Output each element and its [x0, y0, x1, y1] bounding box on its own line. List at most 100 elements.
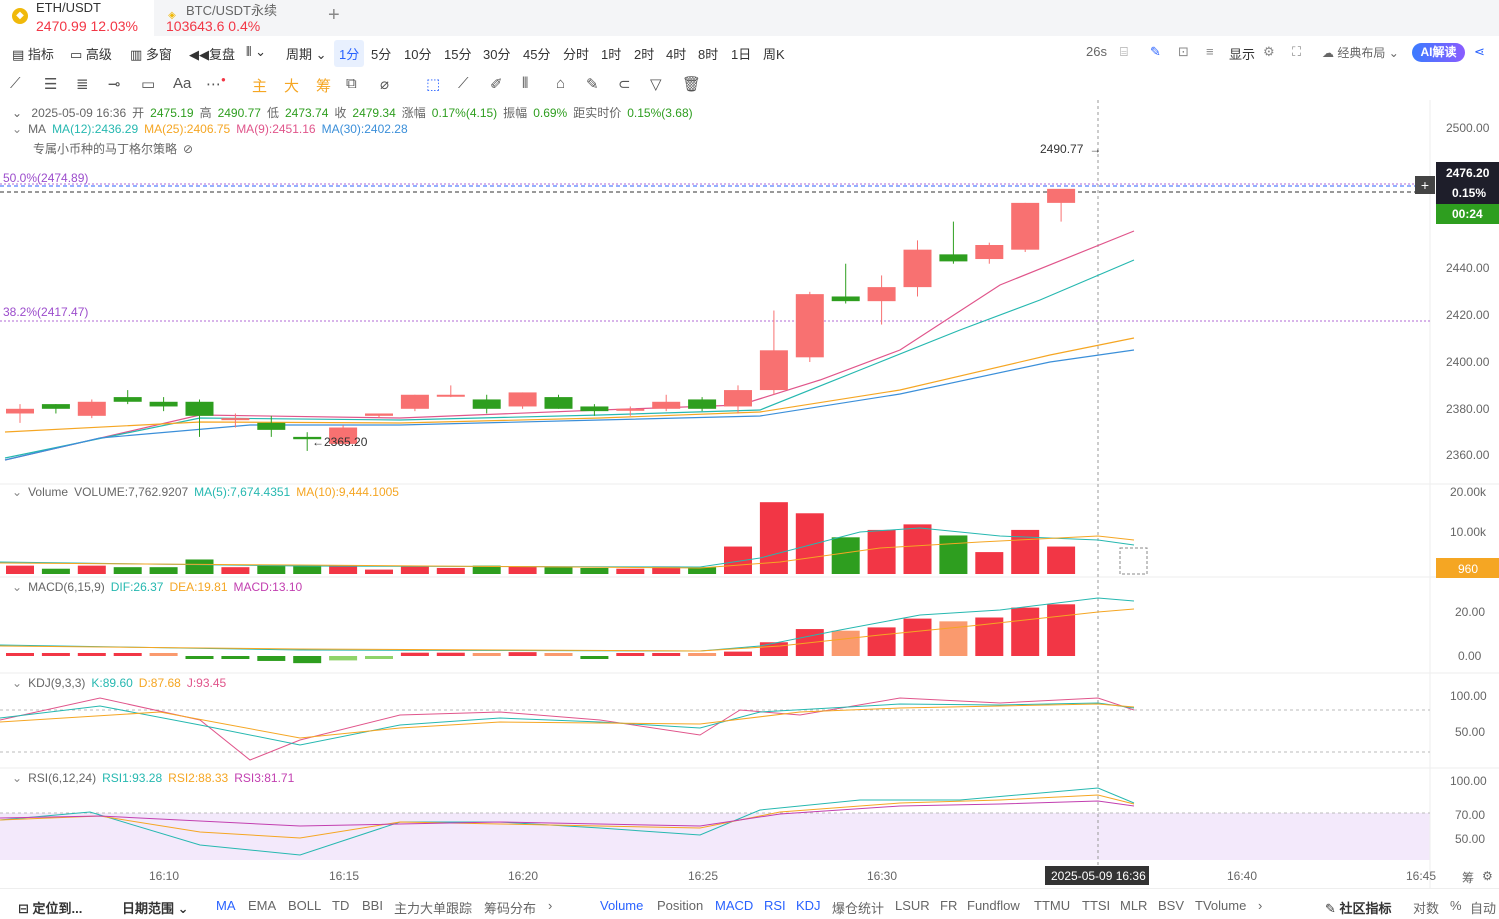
display-button[interactable]: 显示 — [1229, 44, 1255, 63]
auto-scale-toggle[interactable]: 自动 — [1470, 898, 1496, 917]
period-15m[interactable]: 15分 — [444, 44, 471, 63]
period-10m[interactable]: 10分 — [404, 44, 431, 63]
ind-kdj[interactable]: KDJ — [796, 898, 821, 913]
multi-window-button[interactable]: ▥ 多窗 — [130, 44, 172, 63]
ind-main-order[interactable]: 主力大单跟踪 — [394, 898, 472, 917]
period-dropdown[interactable]: 周期 ⌄ — [286, 44, 327, 63]
period-4h[interactable]: 4时 — [666, 44, 686, 63]
layout-button[interactable]: ☁ 经典布局 ⌄ — [1322, 44, 1399, 61]
ind-rsi[interactable]: RSI — [764, 898, 786, 913]
ind-mlr[interactable]: MLR — [1120, 898, 1147, 913]
ind-liquidation[interactable]: 爆仓统计 — [832, 898, 884, 917]
eye-off-icon[interactable]: ⊘ — [183, 142, 193, 156]
more-tools-icon[interactable]: ⋯● — [206, 75, 226, 93]
expand-icon[interactable]: ⌄ — [12, 485, 22, 499]
ind-fundflow[interactable]: Fundflow — [967, 898, 1020, 913]
tab-btc-usdt[interactable]: ◈ BTC/USDT永续 103643.6 0.4% — [154, 0, 314, 36]
hline-tool-icon[interactable]: ☰ — [44, 75, 57, 93]
period-30m[interactable]: 30分 — [483, 44, 510, 63]
candle-body — [257, 422, 286, 430]
expand-icon[interactable]: ⌄ — [12, 122, 22, 136]
macd-legend: ⌄ MACD(6,15,9) DIF:26.37 DEA:19.81 MACD:13.1… — [12, 580, 308, 594]
ind-tvolume[interactable]: TVolume — [1195, 898, 1246, 913]
chart-type-button[interactable]: ⫴ ⌄ — [246, 44, 266, 60]
period-8h[interactable]: 8时 — [698, 44, 718, 63]
line-tool-icon[interactable]: ⟋ — [10, 75, 21, 92]
magnet-icon[interactable]: ⊂ — [618, 75, 631, 93]
chevron-right-icon[interactable]: › — [1258, 898, 1262, 913]
ind-ma[interactable]: MA — [216, 898, 236, 913]
replace-icon[interactable]: ⧉ — [346, 75, 357, 92]
locate-button[interactable]: ⊟ 定位到... — [18, 898, 82, 917]
ma-label: MA — [28, 122, 47, 136]
main-force-button[interactable]: 主 — [252, 75, 267, 96]
select-icon[interactable]: ⬚ — [426, 75, 440, 93]
indicator-button[interactable]: ▤ 指标 — [12, 44, 54, 63]
period-timeshare[interactable]: 分时 — [563, 44, 589, 63]
chip-distribution-button[interactable]: 筹 — [1462, 869, 1474, 886]
chevron-right-icon[interactable]: › — [548, 898, 552, 913]
replay-button[interactable]: ◀◀复盘 — [189, 44, 235, 63]
ind-chip-dist[interactable]: 筹码分布 — [484, 898, 536, 917]
note-icon[interactable]: ✎ — [586, 75, 599, 93]
settings-icon[interactable]: ⚙ — [1482, 869, 1493, 883]
ind-fr[interactable]: FR — [940, 898, 957, 913]
price-tick: 2440.00 — [1446, 261, 1490, 275]
ind-ema[interactable]: EMA — [248, 898, 276, 913]
candle-tool-icon[interactable]: ⫴ — [522, 75, 528, 92]
community-indicator-button[interactable]: ✎ 社区指标 — [1325, 898, 1392, 917]
filter-icon[interactable]: ▽ — [650, 75, 662, 93]
lock-icon[interactable]: ⌂ — [556, 75, 565, 92]
text-tool-icon[interactable]: Aa — [173, 75, 191, 92]
camera-icon[interactable]: ⌸ — [1120, 44, 1128, 60]
trash-icon[interactable]: 🗑 — [682, 75, 701, 93]
expand-icon[interactable]: ⌄ — [12, 676, 22, 690]
expand-icon[interactable]: ⌄ — [12, 106, 22, 120]
channel-tool-icon[interactable]: ≣ — [76, 75, 89, 93]
ai-interpret-button[interactable]: AI解读 — [1412, 43, 1465, 62]
period-1m[interactable]: 1分 — [334, 40, 365, 67]
pen-icon[interactable]: ✎ — [1150, 44, 1161, 60]
percent-toggle[interactable]: % — [1450, 898, 1462, 913]
period-1d[interactable]: 1日 — [731, 44, 751, 63]
fullscreen-icon[interactable]: ⛶ — [1292, 44, 1301, 60]
ruler-icon[interactable]: ⟋ — [458, 75, 469, 92]
ind-ttsi[interactable]: TTSI — [1082, 898, 1110, 913]
log-scale-toggle[interactable]: 对数 — [1413, 898, 1439, 917]
brush-icon[interactable]: ✐ — [490, 75, 503, 93]
ind-boll[interactable]: BOLL — [288, 898, 321, 913]
add-tab-icon[interactable]: + — [328, 4, 340, 27]
expand-icon[interactable]: ⌄ — [12, 771, 22, 785]
ind-td[interactable]: TD — [332, 898, 349, 913]
period-2h[interactable]: 2时 — [634, 44, 654, 63]
ma25-line — [4, 337, 1135, 433]
expand-icon[interactable]: ⌄ — [12, 580, 22, 594]
ray-tool-icon[interactable]: ⊸ — [108, 75, 121, 93]
window-icon[interactable]: ⊡ — [1178, 44, 1189, 60]
settings-icon[interactable]: ⚙ — [1263, 44, 1275, 60]
rect-tool-icon[interactable]: ▭ — [141, 75, 155, 93]
tab-eth-usdt[interactable]: ◆ ETH/USDT 2470.99 12.03% — [0, 0, 154, 36]
ind-bsv[interactable]: BSV — [1158, 898, 1184, 913]
candle-body — [544, 397, 573, 409]
ind-volume[interactable]: Volume — [600, 898, 643, 913]
advanced-button[interactable]: ▭ 高级 — [70, 44, 112, 63]
ind-position[interactable]: Position — [657, 898, 703, 913]
erase-icon[interactable]: ⌀ — [380, 75, 389, 93]
period-45m[interactable]: 45分 — [523, 44, 550, 63]
share-icon[interactable]: ⋖ — [1474, 44, 1485, 60]
countdown: 26s — [1086, 44, 1107, 59]
candle-body — [939, 254, 968, 262]
ind-ttmu[interactable]: TTMU — [1034, 898, 1070, 913]
date-range-button[interactable]: 日期范围 ⌄ — [122, 898, 189, 917]
period-1h[interactable]: 1时 — [601, 44, 621, 63]
low-annotation: ←2365.20 — [312, 435, 368, 449]
strategy-label[interactable]: 专属小币种的马丁格尔策略 ⊘ — [33, 140, 199, 157]
period-week[interactable]: 周K — [763, 44, 785, 63]
period-5m[interactable]: 5分 — [371, 44, 391, 63]
ind-bbi[interactable]: BBI — [362, 898, 383, 913]
ind-lsur[interactable]: LSUR — [895, 898, 930, 913]
chip-button[interactable]: 筹 — [316, 75, 331, 96]
big-order-button[interactable]: 大 — [284, 75, 299, 96]
ind-macd[interactable]: MACD — [715, 898, 753, 913]
